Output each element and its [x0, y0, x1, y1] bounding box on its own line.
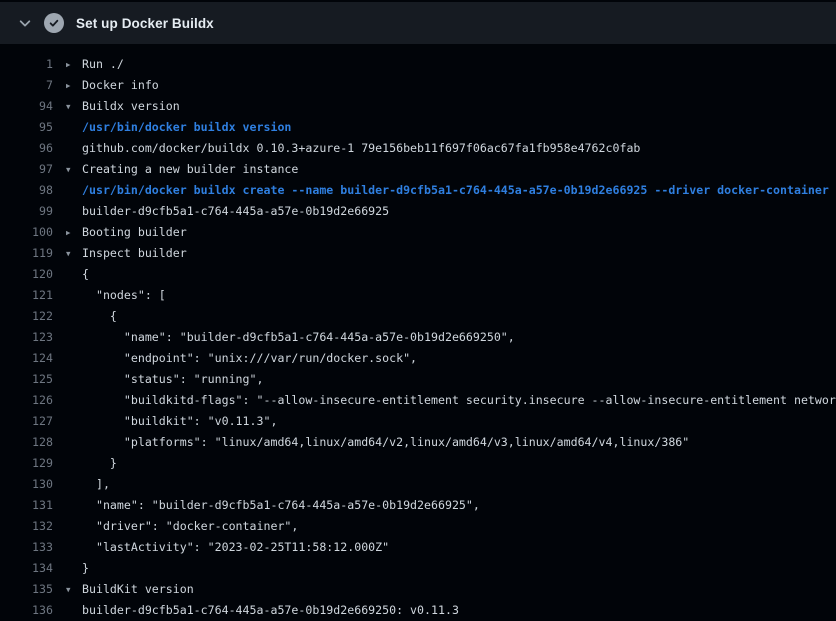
command-text: /usr/bin/docker buildx version	[82, 117, 291, 138]
chevron-down-icon[interactable]: ▼	[66, 159, 82, 180]
line-number[interactable]: 127	[0, 411, 53, 432]
group-title: Docker info	[82, 75, 159, 96]
chevron-down-icon[interactable]: ▼	[66, 96, 82, 117]
line-number[interactable]: 136	[0, 600, 53, 621]
log-line: 123 "name": "builder-d9cfb5a1-c764-445a-…	[0, 327, 836, 348]
group-title: Buildx version	[82, 96, 180, 117]
log-line: 130 ],	[0, 474, 836, 495]
line-number[interactable]: 135	[0, 579, 53, 600]
output-text: builder-d9cfb5a1-c764-445a-a57e-0b19d2e6…	[82, 201, 389, 222]
log-group-line[interactable]: 100 ▶Booting builder	[0, 222, 836, 243]
step-header[interactable]: Set up Docker Buildx	[0, 2, 836, 44]
group-title: Inspect builder	[82, 243, 187, 264]
line-number[interactable]: 122	[0, 306, 53, 327]
log-line: 95/usr/bin/docker buildx version	[0, 117, 836, 138]
output-text: }	[82, 453, 117, 474]
line-number[interactable]: 96	[0, 138, 53, 159]
log-group-line[interactable]: 94 ▼Buildx version	[0, 96, 836, 117]
output-text: }	[82, 558, 89, 579]
log-line: 98/usr/bin/docker buildx create --name b…	[0, 180, 836, 201]
log-lines: 1▶Run ./7▶Docker info94▼Buildx version95…	[0, 44, 836, 621]
line-number[interactable]: 134	[0, 558, 53, 579]
output-text: "nodes": [	[82, 285, 166, 306]
log-line: 96 github.com/docker/buildx 0.10.3+azure-…	[0, 138, 836, 159]
chevron-down-icon[interactable]	[16, 14, 34, 32]
step-title: Set up Docker Buildx	[76, 16, 214, 31]
log-line: 122 {	[0, 306, 836, 327]
log-line: 133 "lastActivity": "2023-02-25T11:58:12…	[0, 537, 836, 558]
line-number[interactable]: 123	[0, 327, 53, 348]
line-number[interactable]: 121	[0, 285, 53, 306]
output-text: {	[82, 306, 117, 327]
output-text: builder-d9cfb5a1-c764-445a-a57e-0b19d2e6…	[82, 600, 459, 621]
log-line: 131 "name": "builder-d9cfb5a1-c764-445a-…	[0, 495, 836, 516]
log-group-line[interactable]: 135 ▼BuildKit version	[0, 579, 836, 600]
log-line: 132 "driver": "docker-container",	[0, 516, 836, 537]
group-title: Creating a new builder instance	[82, 159, 298, 180]
line-number[interactable]: 1	[0, 54, 53, 75]
log-group-line[interactable]: 97 ▼Creating a new builder instance	[0, 159, 836, 180]
log-line: 121 "nodes": [	[0, 285, 836, 306]
log-line: 124 "endpoint": "unix:///var/run/docker.…	[0, 348, 836, 369]
output-text: "buildkit": "v0.11.3",	[82, 411, 277, 432]
log-line: 99 builder-d9cfb5a1-c764-445a-a57e-0b19d2…	[0, 201, 836, 222]
log-group-line[interactable]: 1 ▶Run ./	[0, 54, 836, 75]
output-text: ],	[82, 474, 110, 495]
group-title: Booting builder	[82, 222, 187, 243]
chevron-down-icon[interactable]: ▼	[66, 579, 82, 600]
log-group-line[interactable]: 7 ▶Docker info	[0, 75, 836, 96]
output-text: "buildkitd-flags": "--allow-insecure-ent…	[82, 390, 836, 411]
command-text: /usr/bin/docker buildx create --name bui…	[82, 180, 829, 201]
log-line: 128 "platforms": "linux/amd64,linux/amd6…	[0, 432, 836, 453]
output-text: "driver": "docker-container",	[82, 516, 298, 537]
check-circle-icon	[44, 13, 64, 33]
line-number[interactable]: 120	[0, 264, 53, 285]
chevron-down-icon[interactable]: ▼	[66, 243, 82, 264]
log-line: 125 "status": "running",	[0, 369, 836, 390]
line-number[interactable]: 131	[0, 495, 53, 516]
output-text: "name": "builder-d9cfb5a1-c764-445a-a57e…	[82, 495, 480, 516]
log-line: 120 {	[0, 264, 836, 285]
output-text: github.com/docker/buildx 0.10.3+azure-1 …	[82, 138, 640, 159]
log-line: 126 "buildkitd-flags": "--allow-insecure…	[0, 390, 836, 411]
output-text: "lastActivity": "2023-02-25T11:58:12.000…	[82, 537, 389, 558]
output-text: "status": "running",	[82, 369, 263, 390]
line-number[interactable]: 126	[0, 390, 53, 411]
log-line: 136 builder-d9cfb5a1-c764-445a-a57e-0b19d…	[0, 600, 836, 621]
group-title: BuildKit version	[82, 579, 194, 600]
line-number[interactable]: 128	[0, 432, 53, 453]
line-number[interactable]: 94	[0, 96, 53, 117]
line-number[interactable]: 129	[0, 453, 53, 474]
group-title: Run ./	[82, 54, 124, 75]
output-text: "endpoint": "unix:///var/run/docker.sock…	[82, 348, 417, 369]
output-text: "name": "builder-d9cfb5a1-c764-445a-a57e…	[82, 327, 515, 348]
line-number[interactable]: 132	[0, 516, 53, 537]
line-number[interactable]: 130	[0, 474, 53, 495]
output-text: "platforms": "linux/amd64,linux/amd64/v2…	[82, 432, 689, 453]
line-number[interactable]: 99	[0, 201, 53, 222]
line-number[interactable]: 133	[0, 537, 53, 558]
chevron-right-icon[interactable]: ▶	[66, 54, 82, 75]
line-number[interactable]: 98	[0, 180, 53, 201]
line-number[interactable]: 95	[0, 117, 53, 138]
line-number[interactable]: 124	[0, 348, 53, 369]
line-number[interactable]: 100	[0, 222, 53, 243]
log-line: 134}	[0, 558, 836, 579]
line-number[interactable]: 119	[0, 243, 53, 264]
chevron-right-icon[interactable]: ▶	[66, 75, 82, 96]
line-number[interactable]: 125	[0, 369, 53, 390]
log-line: 129 }	[0, 453, 836, 474]
line-number[interactable]: 7	[0, 75, 53, 96]
log-line: 127 "buildkit": "v0.11.3",	[0, 411, 836, 432]
log-group-line[interactable]: 119 ▼Inspect builder	[0, 243, 836, 264]
chevron-right-icon[interactable]: ▶	[66, 222, 82, 243]
line-number[interactable]: 97	[0, 159, 53, 180]
output-text: {	[82, 264, 89, 285]
